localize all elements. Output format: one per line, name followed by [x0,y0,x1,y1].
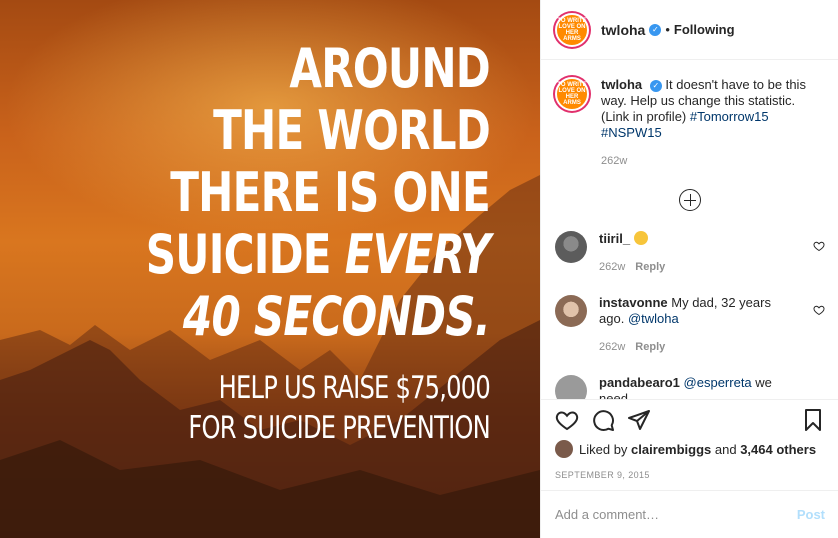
comments-list[interactable]: TO WRITE LOVE ON HER ARMS twloha ✓ It do… [541,61,838,399]
add-comment-input[interactable] [555,507,797,522]
subline-1: HELP US RAISE $75,000 [218,370,491,406]
liked-by-username[interactable]: clairembiggs [631,442,711,457]
comment-item: pandabearo1 @esperreta we need [555,375,825,399]
instagram-post: AROUND THE WORLD THERE IS ONE SUICIDE EV… [0,0,838,538]
comment-body: pandabearo1 @esperreta we need [599,375,799,399]
likes-summary: Liked by clairembiggs and 3,464 others [555,440,825,458]
post-caption: TO WRITE LOVE ON HER ARMS twloha ✓ It do… [555,77,825,169]
like-comment-heart-icon[interactable] [813,304,825,316]
post-image[interactable]: AROUND THE WORLD THERE IS ONE SUICIDE EV… [0,0,540,538]
comment-age[interactable]: 262w [599,261,625,273]
profile-avatar[interactable]: TO WRITE LOVE ON HER ARMS [555,12,589,47]
likes-prefix: Liked by [579,441,628,457]
subline-2: FOR SUICIDE PREVENTION [188,410,490,446]
comment-username[interactable]: pandabearo1 [599,375,680,390]
headline-line-2: THE WORLD [213,99,491,162]
comment-item: tiiril_ 262w Reply [555,231,825,275]
share-paper-plane-icon[interactable] [627,408,651,432]
headline-line-4-start: SUICIDE [145,223,345,286]
headline-line-3: THERE IS ONE [170,161,491,224]
likes-mid: and [714,441,737,457]
comment-username[interactable]: instavonne [599,295,668,310]
caption-avatar-text: TO WRITE LOVE ON HER ARMS [557,82,587,106]
headline-line-4: SUICIDE EVERY [116,223,491,286]
post-comment-button[interactable]: Post [797,507,825,522]
commenter-avatar[interactable] [555,375,587,399]
comment-body: instavonne My dad, 32 years ago. @twloha… [599,295,799,355]
crying-laughing-emoji-icon [633,231,648,245]
headline-line-5: 40 SECONDS. [116,285,491,348]
comment-body: tiiril_ 262w Reply [599,231,799,275]
post-date[interactable]: SEPTEMBER 9, 2015 [555,470,825,480]
hashtag-tomorrow15[interactable]: #Tomorrow15 [690,109,769,124]
action-icons-row [555,400,825,440]
verified-badge-icon: ✓ [649,23,662,36]
caption-avatar[interactable]: TO WRITE LOVE ON HER ARMS [555,77,589,111]
load-more-comments-icon[interactable] [679,189,701,211]
likes-count[interactable]: 3,464 others [740,442,816,457]
comment-mention[interactable]: @esperreta [684,375,752,390]
comment-meta: 262w Reply [599,339,799,355]
reply-button[interactable]: Reply [635,261,665,273]
comment-item: instavonne My dad, 32 years ago. @twloha… [555,295,825,355]
comment-mention[interactable]: @twloha [628,311,679,326]
like-heart-icon[interactable] [555,408,579,432]
following-button[interactable]: Following [674,22,735,37]
comment-age[interactable]: 262w [599,341,625,353]
image-text-overlay: AROUND THE WORLD THERE IS ONE SUICIDE EV… [10,37,491,448]
caption-body: twloha ✓ It doesn't have to be this way.… [601,77,825,169]
post-header: TO WRITE LOVE ON HER ARMS twloha ✓ • Fol… [541,0,838,60]
avatar-logo-text: TO WRITE LOVE ON HER ARMS [557,17,587,42]
headline-line-4-emphasis: EVERY [344,223,491,286]
save-bookmark-icon[interactable] [801,408,825,432]
post-side-panel: TO WRITE LOVE ON HER ARMS twloha ✓ • Fol… [540,0,838,538]
separator-dot: • [665,22,670,37]
caption-username[interactable]: twloha [601,77,642,92]
header-username[interactable]: twloha [601,22,645,38]
hashtag-nspw15[interactable]: #NSPW15 [601,125,662,140]
post-actions: Liked by clairembiggs and 3,464 others S… [541,399,838,480]
caption-age[interactable]: 262w [601,153,825,169]
comment-meta: 262w Reply [599,259,799,275]
commenter-avatar[interactable] [555,295,587,327]
comment-username[interactable]: tiiril_ [599,231,630,246]
comment-bubble-icon[interactable] [591,408,615,432]
add-comment-bar: Post [541,490,838,538]
headline-line-5-text: 40 SECONDS. [182,285,491,348]
liker-avatar[interactable] [555,440,573,458]
headline-line-1: AROUND [289,37,490,100]
commenter-avatar[interactable] [555,231,587,263]
like-comment-heart-icon[interactable] [813,240,825,252]
caption-verified-icon: ✓ [649,79,662,92]
reply-button[interactable]: Reply [635,341,665,353]
